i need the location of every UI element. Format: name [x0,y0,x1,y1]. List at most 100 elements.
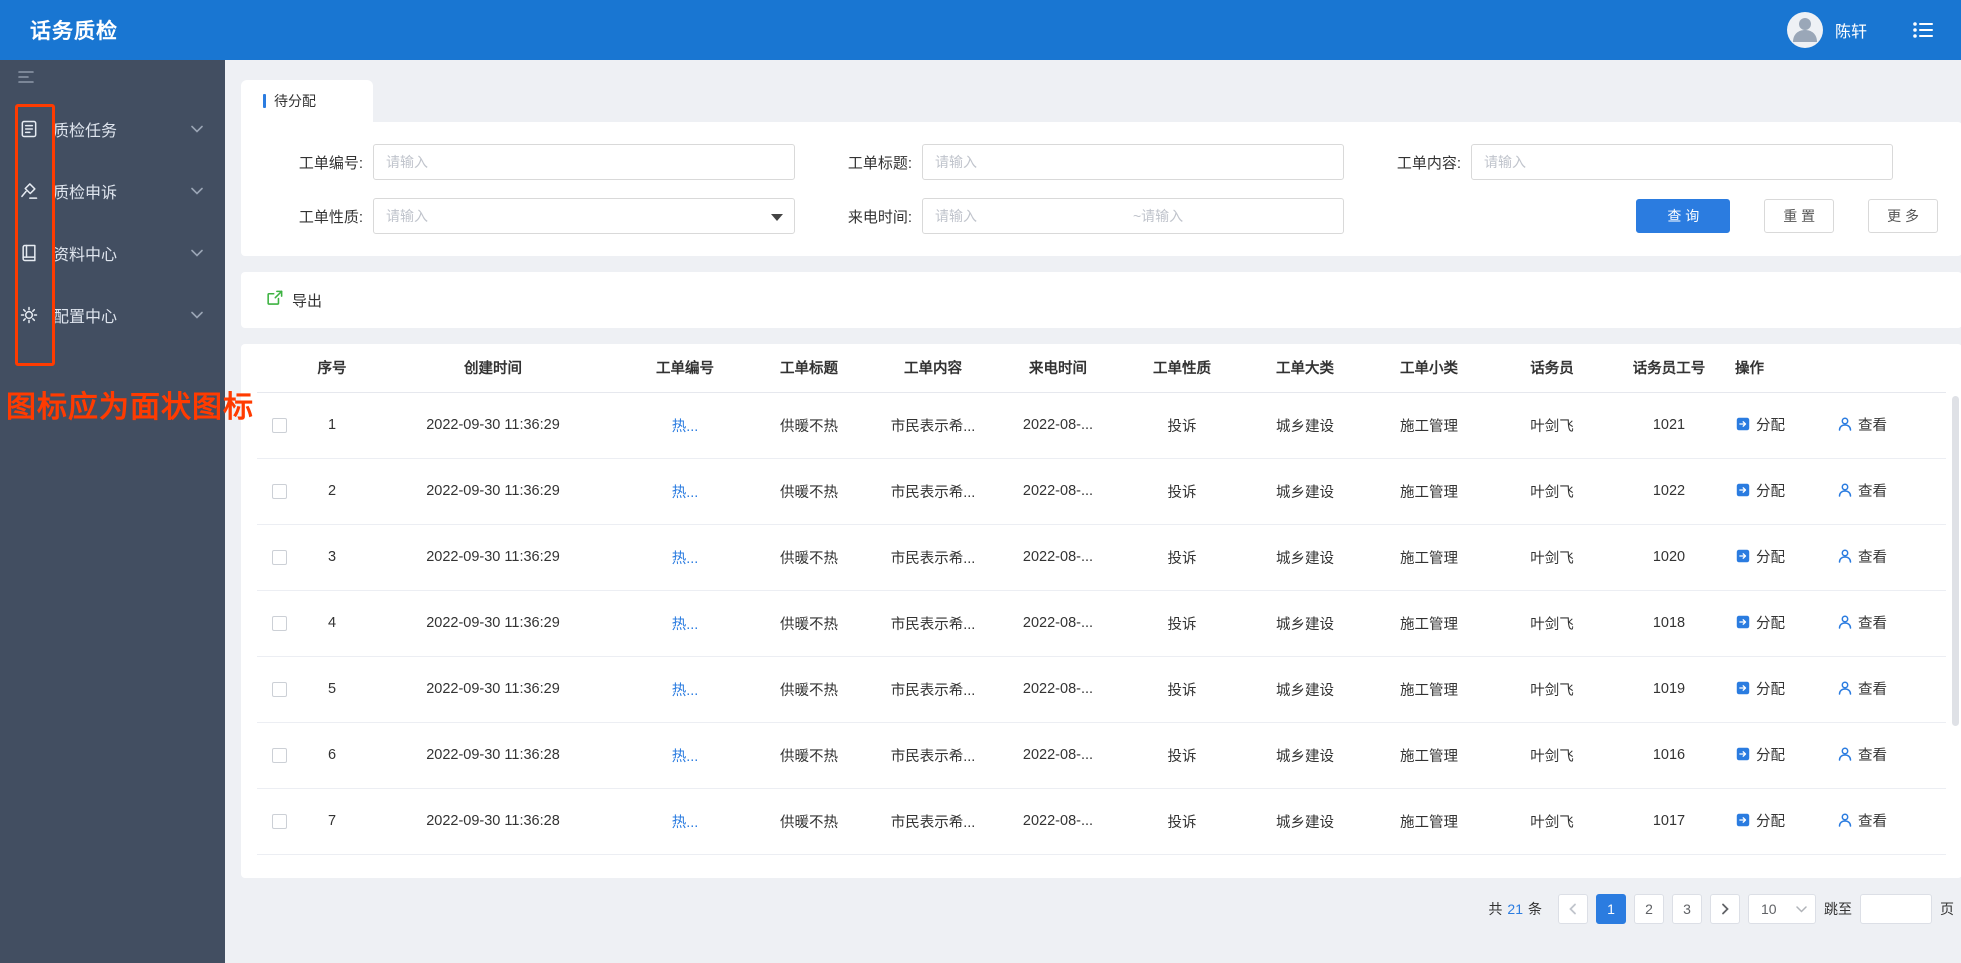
cell-index: 5 [301,656,363,723]
order-content-input[interactable] [1471,144,1893,180]
order-code-link[interactable]: 热... [623,788,747,855]
order-no-input[interactable] [373,144,795,180]
sidebar-item-data-center[interactable]: 资料中心 [0,222,225,284]
page-button-1[interactable]: 1 [1596,894,1626,924]
row-checkbox[interactable] [271,417,287,433]
assign-button[interactable]: 分配 [1735,546,1785,567]
assign-button[interactable]: 分配 [1735,810,1785,831]
col-created-time: 创建时间 [363,344,623,393]
table-header-row: 序号 创建时间 工单编号 工单标题 工单内容 来电时间 工单性质 工单大类 工单… [257,344,1946,393]
cell-category: 城乡建设 [1243,722,1367,789]
order-code-link[interactable]: 热... [623,392,747,459]
user-avatar[interactable] [1786,12,1823,48]
page-button-3[interactable]: 3 [1672,894,1702,924]
cell-order-nature: 投诉 [1121,590,1243,657]
cell-subcategory: 施工管理 [1367,854,1491,878]
order-title-input[interactable] [922,144,1344,180]
row-checkbox[interactable] [271,681,287,697]
view-button[interactable]: 查看 [1837,876,1887,878]
checkbox-cell [257,854,301,878]
reset-button[interactable]: 重 置 [1764,199,1835,233]
assign-button[interactable]: 分配 [1735,678,1785,699]
chevron-down-icon [191,187,203,195]
col-order-title: 工单标题 [747,344,871,393]
jump-page-input[interactable] [1860,894,1932,924]
cell-call-time: 2022-08-... [995,590,1121,657]
range-end-placeholder: ~请输入 [1133,208,1184,224]
cell-order-nature: 投诉 [1121,458,1243,525]
annotation-text: 图标应为面状图标 [6,391,254,424]
view-button[interactable]: 查看 [1837,546,1887,567]
sidebar-item-label: 质检申诉 [53,185,118,202]
row-checkbox[interactable] [271,615,287,631]
assign-button[interactable]: 分配 [1735,480,1785,501]
search-button[interactable]: 查 询 [1636,199,1731,233]
more-button[interactable]: 更 多 [1868,199,1938,233]
checkbox-cell [257,656,301,723]
cell-order-nature: 投诉 [1121,524,1243,591]
cell-agent: 叶剑飞 [1491,458,1613,525]
assign-label: 分配 [1756,681,1785,698]
order-code-link[interactable]: 热... [623,722,747,789]
assign-button[interactable]: 分配 [1735,612,1785,633]
view-label: 查看 [1858,813,1888,830]
tab-pending-assignment[interactable]: 待分配 [241,80,373,122]
cell-agent-no: 1015 [1613,854,1725,878]
row-checkbox[interactable] [271,483,287,499]
sidebar: 质检任务 质检申诉 资料中心 配置中心 图标应为面状图标 [0,60,253,963]
row-checkbox[interactable] [271,549,287,565]
cell-agent: 叶剑飞 [1491,722,1613,789]
assign-button[interactable]: 分配 [1735,876,1785,878]
sidebar-item-config-center[interactable]: 配置中心 [0,284,225,346]
work-order-table: 序号 创建时间 工单编号 工单标题 工单内容 来电时间 工单性质 工单大类 工单… [257,344,1946,878]
view-button[interactable]: 查看 [1837,744,1887,765]
view-label: 查看 [1858,876,1887,878]
view-button[interactable]: 查看 [1837,612,1887,633]
prev-page-button[interactable] [1558,894,1588,924]
export-button[interactable]: 导出 [265,289,322,312]
view-label: 查看 [1858,549,1888,566]
view-button[interactable]: 查看 [1837,678,1887,699]
table-row: 8 2022-09-30 11:36:28 热... 供暖不热 市民表示希...… [257,854,1946,878]
call-time-range-input[interactable]: 请输入 ~请输入 [922,198,1344,234]
row-checkbox[interactable] [271,747,287,763]
order-code-link[interactable]: 热... [623,854,747,878]
cell-created-time: 2022-09-30 11:36:28 [363,854,623,878]
order-code-link[interactable]: 热... [623,590,747,657]
assign-button[interactable]: 分配 [1735,414,1785,435]
cell-order-content: 市民表示希... [871,656,995,723]
chevron-down-icon [191,249,203,257]
export-toolbar: 导出 [241,272,1961,328]
sidebar-item-quality-appeals[interactable]: 质检申诉 [0,160,225,222]
checkbox-cell [257,524,301,591]
next-page-button[interactable] [1710,894,1740,924]
view-button[interactable]: 查看 [1837,810,1887,831]
view-button[interactable]: 查看 [1837,414,1887,435]
assign-button[interactable]: 分配 [1735,744,1785,765]
cell-subcategory: 施工管理 [1367,590,1491,657]
page-size-select[interactable]: 10 [1748,894,1816,924]
pagination-total: 共 21 条 [1488,899,1542,919]
col-category: 工单大类 [1243,344,1367,393]
page-button-2[interactable]: 2 [1634,894,1664,924]
app-header: 话务质检 陈轩 [0,0,1961,60]
order-code-link[interactable]: 热... [623,524,747,591]
order-code-link[interactable]: 热... [623,656,747,723]
cell-created-time: 2022-09-30 11:36:29 [363,590,623,657]
header-list-menu-icon[interactable] [1911,18,1935,42]
tab-active-indicator [263,94,266,108]
filter-panel: 工单编号: 工单标题: 工单内容: 工单性质: 请输入 [241,122,1961,256]
username[interactable]: 陈轩 [1835,18,1867,42]
row-checkbox[interactable] [271,813,287,829]
order-code-link[interactable]: 热... [623,458,747,525]
sidebar-item-quality-tasks[interactable]: 质检任务 [0,98,225,160]
order-nature-select[interactable]: 请输入 [373,198,795,234]
table-scrollbar[interactable] [1952,396,1959,726]
export-icon [265,289,284,312]
sidebar-collapse-icon[interactable] [18,70,36,89]
view-button[interactable]: 查看 [1837,480,1887,501]
cell-call-time: 2022-08-... [995,458,1121,525]
cell-call-time: 2022-08-... [995,788,1121,855]
cell-order-content: 市民表示希... [871,722,995,789]
cell-order-title: 供暖不热 [747,590,871,657]
